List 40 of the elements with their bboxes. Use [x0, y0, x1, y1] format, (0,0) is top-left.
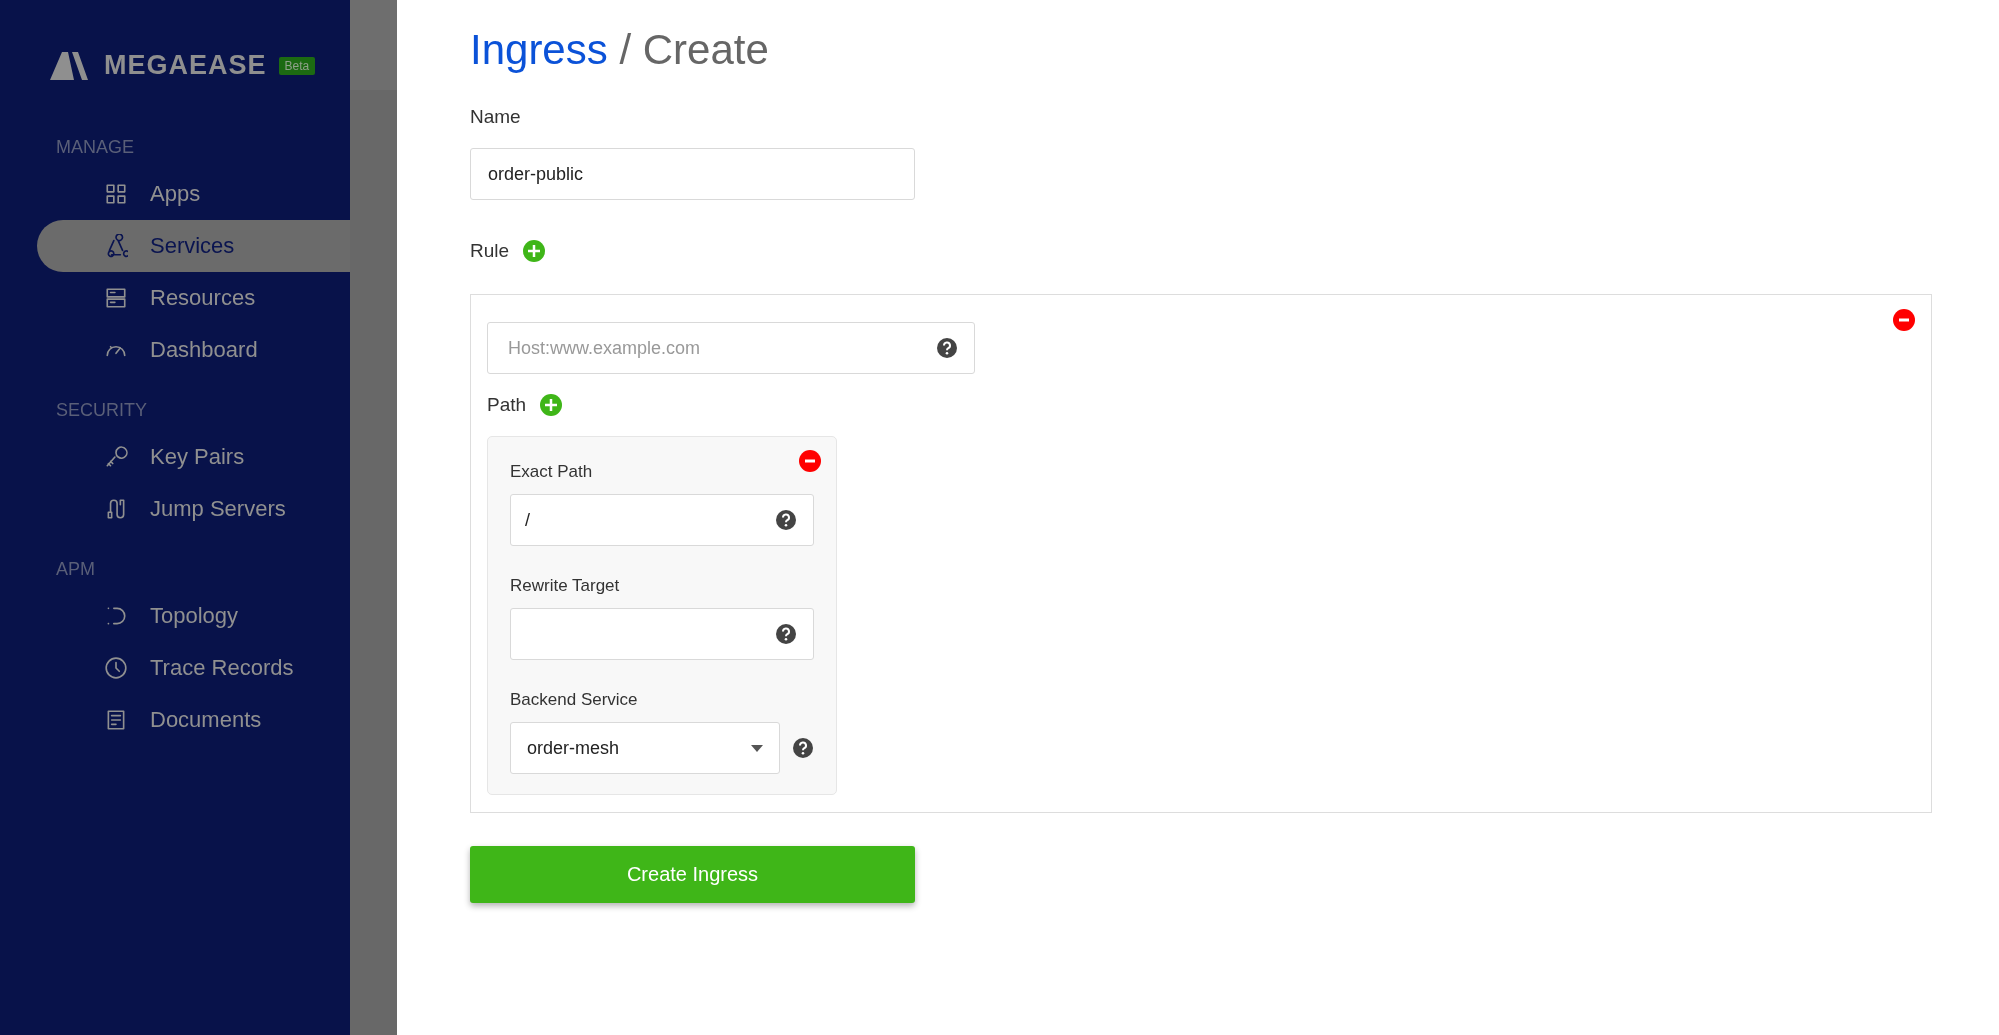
help-icon[interactable]	[793, 738, 813, 758]
field-label: Rule	[470, 240, 510, 262]
field-label: Backend Service	[510, 690, 639, 710]
field-label: Exact Path	[510, 462, 594, 482]
sidebar-item[interactable]: Apps	[37, 168, 350, 220]
add-icon[interactable]	[540, 394, 563, 416]
nav-icon	[104, 656, 128, 680]
sidebar-item[interactable]: Documents	[37, 694, 350, 746]
nav-icon	[104, 286, 128, 310]
sidebar-item[interactable]: Dashboard	[37, 324, 350, 376]
field-label: Path	[487, 394, 527, 416]
rewrite-target-field[interactable]	[510, 608, 814, 660]
help-icon[interactable]	[937, 338, 957, 358]
logo-text: MEGAEASE	[104, 50, 267, 81]
page-title: / Create	[619, 26, 769, 73]
caret-icon	[751, 744, 763, 752]
breadcrumb-link[interactable]: Ingress	[470, 26, 608, 73]
nav-icon	[104, 445, 128, 469]
nav-icon	[104, 182, 128, 206]
remove-icon[interactable]	[799, 450, 821, 472]
field-label: Name	[470, 106, 522, 128]
help-icon[interactable]	[776, 510, 796, 530]
sidebar-item[interactable]: Key Pairs	[37, 431, 350, 483]
backend-service-select[interactable]: order-mesh	[510, 722, 780, 774]
sidebar-item[interactable]: Trace Records	[37, 642, 350, 694]
remove-icon[interactable]	[1893, 309, 1915, 331]
beta-badge: Beta	[278, 56, 316, 75]
sidebar-item[interactable]: Jump Servers	[37, 483, 350, 535]
sidebar-item[interactable]: Topology	[37, 590, 350, 642]
section-heading: APM	[55, 559, 96, 580]
host-field[interactable]: Host:www.example.com	[487, 322, 975, 374]
sidebar-item[interactable]: Resources	[37, 272, 350, 324]
sidebar-item[interactable]: Services	[37, 220, 350, 272]
section-heading: SECURITY	[55, 400, 148, 421]
name-field[interactable]: order-public	[470, 148, 915, 200]
help-icon[interactable]	[776, 624, 796, 644]
exact-path-field[interactable]: /	[510, 494, 814, 546]
section-heading: MANAGE	[55, 137, 135, 158]
add-icon[interactable]	[523, 240, 546, 262]
field-label: Rewrite Target	[510, 576, 621, 596]
